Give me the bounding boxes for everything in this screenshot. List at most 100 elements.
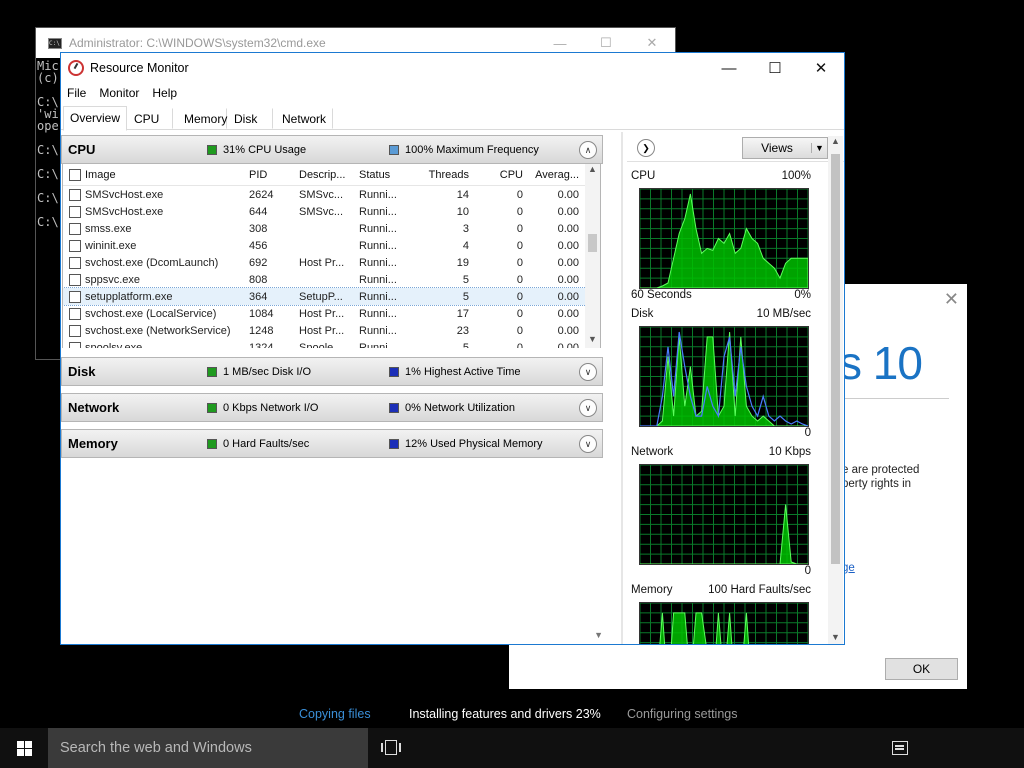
process-image: SMSvcHost.exe — [85, 205, 164, 218]
table-row[interactable]: sppsvc.exe 808 Runni... 5 0 0.00 — [63, 271, 600, 288]
process-description: SetupP... — [299, 290, 343, 303]
cpu-section-header[interactable]: CPU 31% CPU Usage 100% Maximum Frequency… — [61, 135, 603, 164]
select-all-checkbox[interactable] — [69, 168, 81, 181]
col-average-cpu[interactable]: Averag... — [523, 169, 579, 181]
maximize-button[interactable]: ☐ — [752, 59, 798, 77]
table-scrollbar[interactable]: ▲ ▼ — [585, 164, 600, 348]
table-row[interactable]: setupplatform.exe 364 SetupP... Runni... 5 0 0… — [63, 287, 600, 306]
row-checkbox[interactable] — [69, 324, 81, 337]
search-box[interactable]: Search the web and Windows — [48, 728, 368, 768]
col-threads[interactable]: Threads — [415, 169, 469, 181]
row-checkbox[interactable] — [69, 205, 81, 218]
cpu-graph — [639, 188, 809, 289]
menu-file[interactable]: File — [67, 86, 86, 100]
tab-disk[interactable]: Disk — [227, 108, 274, 129]
process-pid: 692 — [249, 256, 268, 269]
scroll-down-icon[interactable]: ▼ — [828, 632, 843, 642]
disk-section-header[interactable]: Disk 1 MB/sec Disk I/O 1% Highest Active… — [61, 357, 603, 386]
collapse-chevron-icon[interactable]: ∧ — [579, 140, 597, 159]
process-image: svchost.exe (DcomLaunch) — [85, 256, 219, 269]
close-button[interactable]: ✕ — [798, 59, 844, 77]
views-dropdown[interactable]: Views ▼ — [742, 136, 828, 159]
memory-section-header[interactable]: Memory 0 Hard Faults/sec 12% Used Physic… — [61, 429, 603, 458]
process-image: SMSvcHost.exe — [85, 188, 164, 201]
memory-graph-block: Memory 100 Hard Faults/sec — [631, 584, 819, 644]
section-title: CPU — [68, 142, 96, 157]
maximize-button[interactable]: ☐ — [583, 35, 629, 51]
network-io-indicator: 0 Kbps Network I/O — [223, 401, 319, 414]
close-button[interactable]: ✕ — [629, 35, 675, 51]
process-status: Runni... — [359, 222, 397, 235]
col-cpu[interactable]: CPU — [469, 169, 523, 181]
scroll-thumb[interactable] — [588, 234, 597, 252]
graphs-scrollbar[interactable]: ▲ ▼ — [828, 136, 843, 644]
expand-chevron-icon[interactable]: ∨ — [579, 434, 597, 453]
process-status: Runni... — [359, 341, 397, 349]
process-threads: 23 — [456, 324, 469, 337]
process-cpu: 0 — [516, 273, 523, 286]
table-row[interactable]: smss.exe 308 Runni... 3 0 0.00 — [63, 220, 600, 237]
table-row[interactable]: svchost.exe (LocalService) 1084 Host Pr...… — [63, 305, 600, 322]
action-center-icon[interactable] — [892, 741, 908, 755]
col-image[interactable]: Image — [85, 169, 249, 181]
scroll-thumb[interactable] — [831, 154, 840, 564]
windows-10-logo-text: s 10 — [839, 337, 923, 389]
close-icon[interactable]: ✕ — [944, 289, 959, 310]
table-row[interactable]: wininit.exe 456 Runni... 4 0 0.00 — [63, 237, 600, 254]
row-checkbox[interactable] — [69, 256, 81, 269]
tab-network[interactable]: Network — [273, 108, 334, 129]
scroll-down-icon[interactable]: ▼ — [585, 334, 600, 348]
cmd-icon: C:\ — [48, 37, 62, 49]
process-image: smss.exe — [85, 222, 132, 235]
scroll-up-icon[interactable]: ▲ — [585, 164, 600, 178]
process-threads: 19 — [456, 256, 469, 269]
process-threads: 4 — [462, 239, 469, 252]
process-cpu: 0 — [516, 239, 523, 252]
col-status[interactable]: Status — [359, 169, 415, 181]
resource-monitor-window[interactable]: Resource Monitor — ☐ ✕ File Monitor Help… — [60, 52, 845, 645]
tab-memory[interactable]: Memory — [173, 108, 227, 129]
minimize-button[interactable]: — — [537, 36, 583, 51]
process-average-cpu: 0.00 — [557, 222, 579, 235]
col-description[interactable]: Descrip... — [299, 169, 359, 181]
table-header: Image PID Descrip... Status Threads CPU … — [63, 164, 600, 186]
table-row[interactable]: SMSvcHost.exe 2624 SMSvc... Runni... 14 0 0.00 — [63, 186, 600, 203]
minimize-button[interactable]: — — [706, 60, 752, 77]
menu-help[interactable]: Help — [152, 86, 177, 100]
process-description: Host Pr... — [299, 307, 345, 320]
graphs-toolbar: ❯ Views ▼ — [627, 134, 844, 162]
ok-button[interactable]: OK — [885, 658, 958, 680]
network-section-header[interactable]: Network 0 Kbps Network I/O 0% Network Ut… — [61, 393, 603, 422]
row-checkbox[interactable] — [69, 307, 81, 320]
row-checkbox[interactable] — [69, 290, 81, 303]
row-checkbox[interactable] — [69, 222, 81, 235]
process-cpu: 0 — [516, 222, 523, 235]
task-view-icon[interactable] — [381, 740, 401, 755]
chevron-right-icon[interactable]: ❯ — [637, 138, 655, 157]
table-row[interactable]: svchost.exe (DcomLaunch) 692 Host Pr... Run… — [63, 254, 600, 271]
start-button[interactable] — [0, 728, 48, 768]
table-row[interactable]: spoolsv.exe 1324 Spoole... Runni... 5 0 0.00 — [63, 339, 600, 348]
process-pid: 1084 — [249, 307, 274, 320]
menu-monitor[interactable]: Monitor — [99, 86, 139, 100]
table-row[interactable]: svchost.exe (NetworkService) 1248 Host Pr.… — [63, 322, 600, 339]
rm-titlebar[interactable]: Resource Monitor — ☐ ✕ — [61, 53, 844, 83]
progress-step-installing: Installing features and drivers 23% — [409, 707, 601, 721]
table-row[interactable]: SMSvcHost.exe 644 SMSvc... Runni... 10 0 0.00 — [63, 203, 600, 220]
pane-splitter[interactable] — [621, 132, 623, 644]
scroll-up-icon[interactable]: ▲ — [828, 136, 843, 146]
tab-cpu[interactable]: CPU — [127, 108, 174, 129]
process-description: Host Pr... — [299, 324, 345, 337]
col-pid[interactable]: PID — [249, 169, 299, 181]
views-label: Views — [761, 140, 793, 155]
row-checkbox[interactable] — [69, 273, 81, 286]
expand-chevron-icon[interactable]: ∨ — [579, 398, 597, 417]
row-checkbox[interactable] — [69, 341, 81, 348]
expand-chevron-icon[interactable]: ∨ — [579, 362, 597, 381]
tab-overview[interactable]: Overview — [63, 106, 128, 131]
windows-logo-pane — [25, 741, 32, 748]
row-checkbox[interactable] — [69, 239, 81, 252]
row-checkbox[interactable] — [69, 188, 81, 201]
cpu-process-table[interactable]: Image PID Descrip... Status Threads CPU … — [62, 164, 601, 348]
pane-scroll-down-icon[interactable]: ▼ — [594, 630, 603, 640]
